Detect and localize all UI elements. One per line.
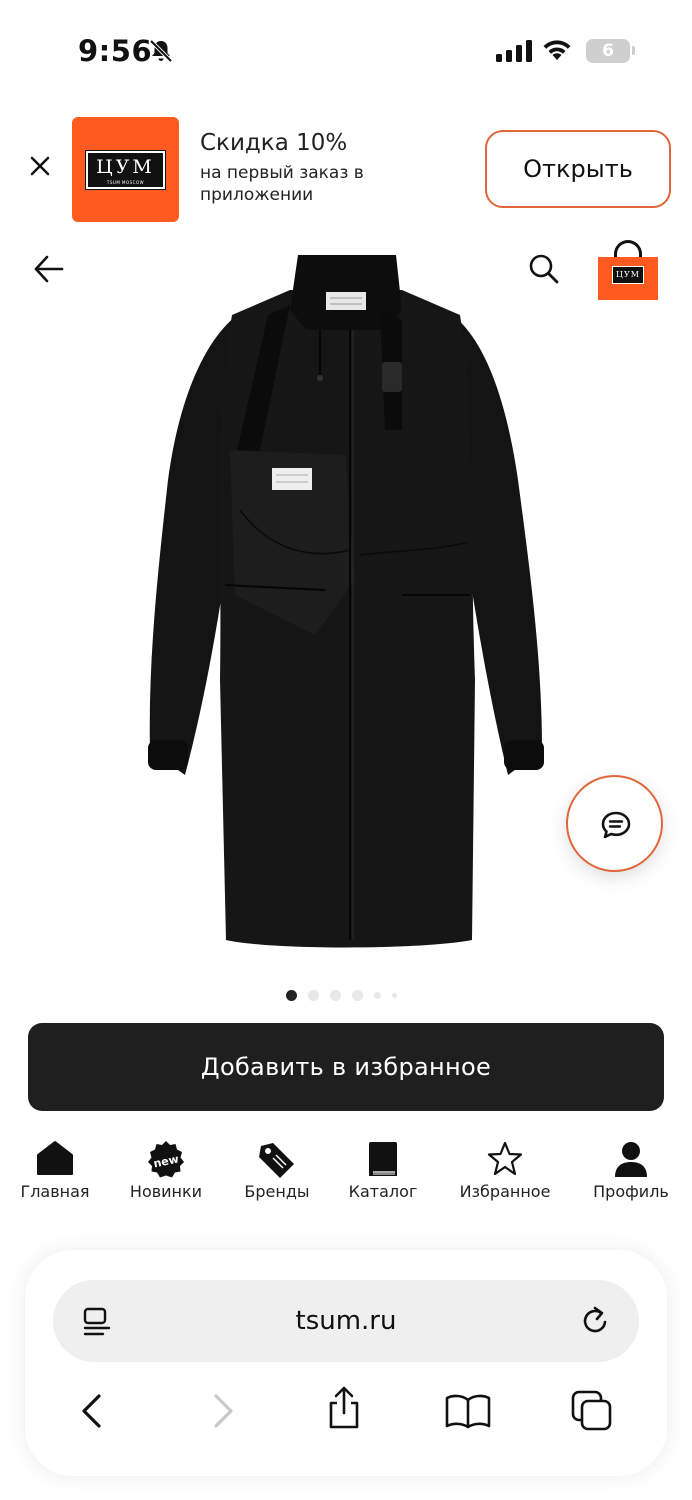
tab-favorites[interactable]: Избранное [450, 1138, 560, 1208]
tab-label: Бренды [244, 1182, 310, 1201]
share-icon[interactable] [325, 1386, 363, 1430]
app-logo: ЦУМ TSUM MOSCOW [72, 117, 179, 222]
tabs-overview-icon[interactable] [571, 1390, 613, 1432]
bag-logo: ЦУМ [612, 266, 644, 284]
url-text[interactable]: tsum.ru [53, 1280, 639, 1362]
app-install-banner: ЦУМ TSUM MOSCOW Скидка 10% на первый зак… [0, 110, 692, 225]
browser-forward-icon[interactable] [208, 1393, 238, 1429]
product-image[interactable] [140, 250, 552, 955]
back-arrow-icon[interactable] [32, 252, 66, 286]
shopping-bag-icon[interactable]: ЦУМ [598, 240, 658, 300]
star-icon [487, 1141, 523, 1176]
bottom-tab-bar: Главная new Новинки Бренды Каталог Избра… [0, 1138, 692, 1208]
bell-muted-icon [149, 39, 173, 63]
open-app-button[interactable]: Открыть [485, 130, 671, 208]
bag-body: ЦУМ [598, 257, 658, 300]
pagination-dot[interactable] [352, 989, 363, 1001]
chat-button[interactable] [566, 775, 663, 872]
logo-text: ЦУМ [96, 156, 155, 178]
tab-profile[interactable]: Профиль [586, 1138, 676, 1208]
wifi-icon [543, 40, 571, 60]
pagination-dot[interactable] [286, 989, 297, 1001]
tab-label: Профиль [593, 1182, 669, 1201]
page-menu-icon[interactable] [83, 1307, 111, 1337]
home-icon [37, 1141, 73, 1175]
status-bar: 9:56 6 [0, 0, 692, 100]
banner-subtitle: на первый заказ в приложении [200, 163, 364, 205]
tab-catalog[interactable]: Каталог [338, 1138, 428, 1208]
status-time: 9:56 [78, 34, 153, 68]
address-bar[interactable]: tsum.ru [53, 1280, 639, 1362]
tab-label: Новинки [129, 1182, 203, 1201]
profile-icon [615, 1142, 647, 1177]
bookmarks-icon[interactable] [445, 1393, 491, 1429]
tab-label: Главная [20, 1182, 90, 1201]
pagination-dot[interactable] [392, 992, 397, 998]
cellular-signal-icon [496, 40, 532, 62]
tab-new-arrivals[interactable]: new Новинки [121, 1138, 211, 1208]
pagination-dot[interactable] [330, 989, 341, 1001]
tab-home[interactable]: Главная [10, 1138, 100, 1208]
pagination-dot[interactable] [374, 991, 381, 999]
image-pagination[interactable] [286, 989, 397, 1001]
tab-label: Каталог [348, 1182, 418, 1201]
browser-back-icon[interactable] [77, 1393, 107, 1429]
add-to-favorites-button[interactable]: Добавить в избранное [28, 1023, 664, 1111]
tab-brands[interactable]: Бренды [232, 1138, 322, 1208]
pagination-dot[interactable] [308, 989, 319, 1001]
book-icon [369, 1142, 397, 1176]
tag-icon [259, 1143, 294, 1178]
logo-subtext: TSUM MOSCOW [106, 180, 145, 185]
tab-label: Избранное [459, 1182, 551, 1201]
chat-bubble-icon [601, 811, 631, 839]
new-badge-icon: new [148, 1141, 184, 1178]
close-icon[interactable] [26, 152, 54, 180]
tsum-logo-mark: ЦУМ TSUM MOSCOW [85, 150, 166, 190]
battery-indicator: 6 [586, 39, 630, 63]
banner-title: Скидка 10% [200, 130, 348, 156]
battery-cap [632, 46, 635, 55]
browser-toolbar: tsum.ru [25, 1250, 667, 1476]
reload-icon[interactable] [581, 1305, 611, 1337]
